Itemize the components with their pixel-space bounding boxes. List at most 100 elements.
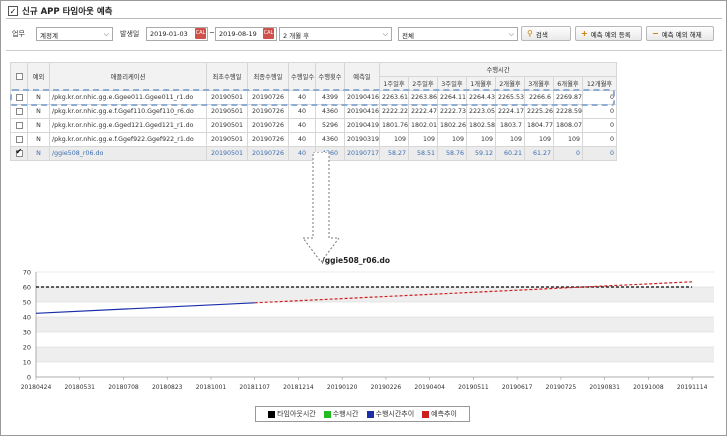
cell-days: 40 [288, 132, 316, 147]
work-select[interactable]: 계정계 ⌵ [36, 27, 113, 41]
cell-first: 20190501 [206, 118, 248, 133]
row-select[interactable] [10, 146, 28, 161]
date-separator: ~ [209, 29, 215, 37]
chevron-down-icon: ⌵ [508, 30, 514, 38]
header-count[interactable]: 수행횟수 [315, 62, 345, 91]
header-days[interactable]: 수행일수 [288, 62, 316, 91]
legend-item: 수행시간추이 [366, 409, 415, 419]
row-checkbox-checked[interactable] [15, 148, 23, 157]
prediction-table: 예외 애플리케이션 최초수행일 최종수행일 수행일수 수행횟수 예측일 수행시간… [10, 62, 618, 161]
grid-band [36, 287, 714, 302]
cell-value: 0 [581, 118, 618, 133]
cell-app: /pkg.kr.or.nhic.gg.e.f.Ggef922.Ggef922_r… [49, 132, 207, 147]
x-tick-label: 20190617 [502, 384, 533, 391]
search-button[interactable]: ⚲ 검색 [521, 26, 571, 41]
cell-pred: 20190717 [344, 146, 380, 161]
minus-icon: − [652, 29, 659, 38]
header-select-all[interactable] [10, 62, 28, 91]
header-last-date[interactable]: 최종수행일 [247, 62, 289, 91]
header-app[interactable]: 애플리케이션 [49, 62, 207, 91]
cell-value: 2225.26 [524, 104, 554, 119]
legend-swatch [422, 410, 430, 418]
cell-last: 20190726 [247, 146, 289, 161]
cell-value: 109 [495, 132, 525, 147]
cell-first: 20190501 [206, 104, 248, 119]
header-pred-date[interactable]: 예측일 [344, 62, 380, 91]
x-axis: 20180424 20180531 20180708 20180823 20181001… [21, 376, 714, 391]
cell-value: 109 [466, 132, 496, 147]
legend-item: 수행시간 [323, 409, 359, 419]
cell-value: 0 [581, 146, 618, 161]
row-select[interactable] [10, 118, 28, 133]
y-tick-label: 70 [23, 269, 31, 277]
legend-item: 예측추이 [422, 409, 457, 419]
search-icon: ⚲ [527, 29, 533, 38]
row-select[interactable] [10, 132, 28, 147]
register-exception-button[interactable]: + 예측 예외 등록 [575, 26, 642, 41]
page-title: 신규 APP 타임아웃 예측 [22, 7, 113, 17]
cell-value: 1801.76 [379, 118, 409, 133]
x-tick-label: 20190725 [546, 384, 577, 391]
y-tick-label: 0 [27, 374, 31, 382]
plus-icon: + [581, 29, 588, 38]
register-exception-label: 예측 예외 등록 [590, 30, 631, 39]
header-except[interactable]: 예외 [27, 62, 50, 91]
table-row[interactable]: N /pkg.kr.or.nhic.gg.e.f.Ggef110.Ggef110… [10, 104, 618, 119]
cell-except: N [27, 132, 50, 147]
calendar-icon[interactable]: CAL [263, 28, 274, 39]
x-tick-label: 20180424 [21, 384, 52, 391]
legend-label: 수행시간 [332, 410, 359, 418]
x-tick-label: 20181214 [283, 384, 314, 391]
cell-value: 109 [408, 132, 438, 147]
scope-select-value: 전체 [402, 32, 414, 40]
chevron-down-icon: ⌵ [382, 30, 388, 38]
title-check-icon: ✓ [8, 6, 18, 16]
x-tick-label: 20190831 [589, 384, 620, 391]
cell-except: N [27, 104, 50, 119]
x-tick-label: 20180708 [108, 384, 139, 391]
cell-last: 20190726 [247, 104, 289, 119]
cell-value: 1802.26 [437, 118, 467, 133]
cell-last: 20190726 [247, 132, 289, 147]
select-all-checkbox[interactable] [15, 72, 23, 80]
cell-value: 109 [524, 132, 554, 147]
header-first-date[interactable]: 최초수행일 [206, 62, 248, 91]
row-select[interactable] [10, 104, 28, 119]
cell-except: N [27, 118, 50, 133]
x-tick-label: 20180823 [152, 384, 183, 391]
cell-value: 0 [553, 146, 583, 161]
calendar-icon-text: CAL [263, 30, 274, 36]
cell-count: 4360 [315, 132, 345, 147]
release-exception-button[interactable]: − 예측 예외 해제 [646, 26, 714, 41]
period-select-value: 2 개월 후 [283, 32, 310, 40]
page-header: ✓ 신규 APP 타임아웃 예측 [8, 5, 112, 17]
row-checkbox[interactable] [15, 135, 23, 143]
cell-value: 60.21 [495, 146, 525, 161]
cell-value: 59.12 [466, 146, 496, 161]
cell-value: 2224.17 [495, 104, 525, 119]
cell-value: 1802.01 [408, 118, 438, 133]
row-checkbox[interactable] [15, 121, 23, 129]
table-row[interactable]: N /pkg.kr.or.nhic.gg.e.Gged121.Gged121_r… [10, 118, 618, 133]
x-tick-label: 20190404 [414, 384, 445, 391]
x-tick-label: 20191008 [633, 384, 664, 391]
legend-label: 수행시간추이 [375, 410, 415, 418]
table-row[interactable]: N /pkg.kr.or.nhic.gg.e.f.Ggef922.Ggef922… [10, 132, 618, 147]
down-arrow-icon [302, 152, 340, 263]
cell-value: 109 [379, 132, 409, 147]
work-select-value: 계정계 [40, 32, 58, 40]
cell-app: /pkg.kr.or.nhic.gg.e.Gged121.Gged121_r1.… [49, 118, 207, 133]
cell-app: /pkg.kr.or.nhic.gg.e.f.Ggef110.Ggef110_r… [49, 104, 207, 119]
row-checkbox[interactable] [15, 107, 23, 115]
cell-value: 2222.73 [437, 104, 467, 119]
y-tick-label: 20 [23, 344, 31, 352]
scope-select[interactable]: 전체 ⌵ [398, 27, 518, 41]
cell-count: 4360 [315, 104, 345, 119]
cell-app: /ggie508_r06.do [49, 146, 207, 161]
period-select[interactable]: 2 개월 후 ⌵ [279, 27, 392, 41]
cell-first: 20190501 [206, 132, 248, 147]
x-tick-label: 20191114 [677, 384, 708, 391]
calendar-icon[interactable]: CAL [195, 28, 206, 39]
filter-bar: 업무 계정계 ⌵ 발생일 2019-01-03 CAL ~ 2019-08-19… [8, 26, 720, 44]
x-tick-label: 20181001 [196, 384, 227, 391]
